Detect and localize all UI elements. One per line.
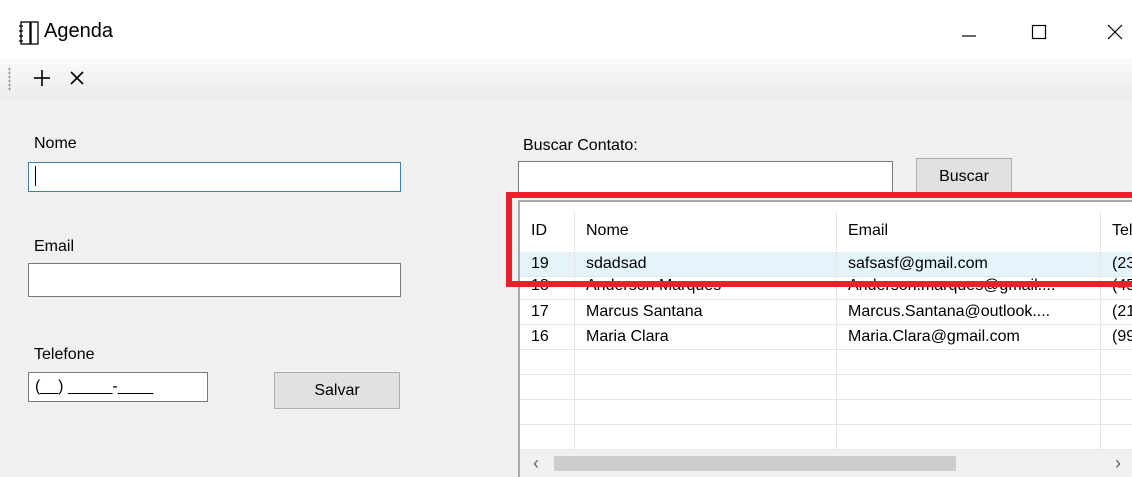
search-button[interactable]: Buscar [916, 158, 1012, 195]
empty-cell [575, 350, 837, 374]
maximize-icon [1031, 24, 1047, 40]
cell-telefone: (99 [1101, 325, 1132, 349]
empty-cell [837, 425, 1101, 449]
grid-header: ID Nome Email Tel [520, 211, 1132, 251]
search-input[interactable] [518, 161, 893, 193]
cell-id: 17 [520, 300, 575, 324]
cell-nome: sdadsad [575, 252, 837, 276]
table-row[interactable]: 18 Anderson Marques Anderson.marques@gma… [520, 278, 1132, 300]
maximize-button[interactable] [1016, 10, 1062, 54]
grid-body[interactable]: ID Nome Email Tel 19 sdadsad safsasf@gma… [520, 202, 1132, 450]
cell-nome: Marcus Santana [575, 300, 837, 324]
cell-id: 16 [520, 325, 575, 349]
empty-cell [575, 400, 837, 424]
empty-cell [575, 425, 837, 449]
empty-cell [520, 425, 575, 449]
email-input[interactable] [28, 263, 401, 297]
telefone-input[interactable] [28, 372, 208, 402]
save-button[interactable]: Salvar [274, 372, 400, 409]
cell-email: Anderson.marques@gmail.... [837, 278, 1101, 299]
column-header-id[interactable]: ID [520, 211, 575, 251]
cell-telefone: (21 [1101, 300, 1132, 324]
empty-cell [1101, 425, 1132, 449]
empty-cell [520, 375, 575, 399]
toolbar-grip[interactable] [8, 67, 11, 91]
column-header-nome[interactable]: Nome [575, 211, 837, 251]
contacts-grid[interactable]: ID Nome Email Tel 19 sdadsad safsasf@gma… [518, 200, 1132, 477]
cell-nome: Maria Clara [575, 325, 837, 349]
horizontal-scrollbar[interactable]: ‹ › [520, 450, 1132, 477]
window-title: Agenda [44, 20, 113, 42]
table-row[interactable]: 16 Maria Clara Maria.Clara@gmail.com (99 [520, 325, 1132, 350]
x-icon [70, 71, 84, 85]
empty-cell [520, 400, 575, 424]
minimize-button[interactable] [946, 10, 992, 54]
cell-email: Maria.Clara@gmail.com [837, 325, 1101, 349]
text-caret [35, 166, 36, 186]
chevron-left-icon[interactable]: ‹ [526, 453, 546, 473]
toolbar [0, 58, 1132, 98]
add-button[interactable] [28, 64, 56, 92]
column-header-email[interactable]: Email [837, 211, 1101, 251]
empty-cell [837, 400, 1101, 424]
empty-row [520, 350, 1132, 375]
title-bar: Agenda [0, 0, 1132, 58]
search-label: Buscar Contato: [523, 137, 638, 154]
table-row[interactable]: 19 sdadsad safsasf@gmail.com (23 [520, 252, 1132, 277]
email-label: Email [34, 238, 75, 255]
minimize-icon [962, 35, 976, 37]
empty-cell [575, 375, 837, 399]
chevron-right-icon[interactable]: › [1108, 453, 1128, 473]
cell-telefone: (23 [1101, 252, 1132, 276]
delete-button[interactable] [63, 64, 91, 92]
nome-label: Nome [34, 135, 77, 152]
plus-icon [34, 70, 50, 86]
cell-nome: Anderson Marques [575, 278, 837, 299]
cell-email: Marcus.Santana@outlook.... [837, 300, 1101, 324]
cell-telefone: (45 [1101, 278, 1132, 299]
empty-cell [1101, 350, 1132, 374]
scrollbar-thumb[interactable] [554, 456, 956, 471]
cell-email: safsasf@gmail.com [837, 252, 1101, 276]
close-icon [1107, 24, 1123, 40]
close-button[interactable] [1092, 10, 1132, 54]
empty-cell [1101, 400, 1132, 424]
empty-row [520, 400, 1132, 425]
notebook-icon [19, 21, 39, 45]
empty-cell [1101, 375, 1132, 399]
telefone-label: Telefone [34, 346, 95, 363]
empty-row [520, 425, 1132, 450]
column-header-telefone[interactable]: Tel [1101, 211, 1132, 251]
cell-id: 18 [520, 278, 575, 299]
empty-cell [520, 350, 575, 374]
nome-input[interactable] [28, 162, 401, 192]
table-row[interactable]: 17 Marcus Santana Marcus.Santana@outlook… [520, 300, 1132, 325]
cell-id: 19 [520, 252, 575, 276]
empty-row [520, 375, 1132, 400]
empty-cell [837, 375, 1101, 399]
empty-cell [837, 350, 1101, 374]
